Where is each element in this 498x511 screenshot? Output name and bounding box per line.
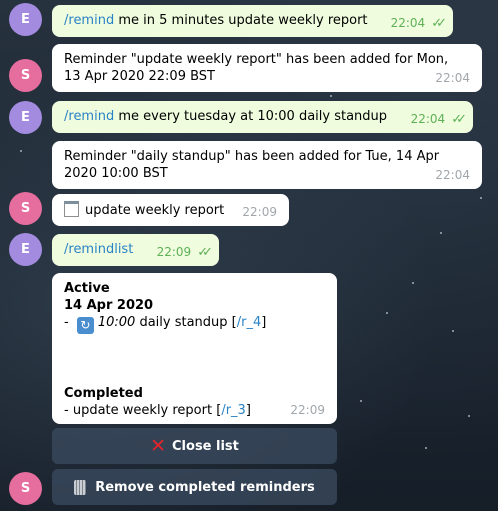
message-time: 22:04 — [435, 168, 470, 182]
message-outgoing[interactable]: /remind me every tuesday at 10:00 daily … — [52, 101, 473, 133]
message-text: me in 5 minutes update weekly report — [118, 13, 368, 28]
double-check-icon: ✓✓ — [431, 16, 447, 31]
reminder-title: update weekly report — [72, 403, 213, 418]
message-time: 22:04 ✓✓ — [390, 16, 447, 31]
message-time: 22:09 — [242, 205, 277, 219]
reminder-list-message[interactable]: Active 14 Apr 2020 - ↻ 10:00 daily standu… — [52, 273, 337, 424]
double-check-icon: ✓✓ — [197, 245, 213, 260]
command-link[interactable]: /remindlist — [64, 242, 133, 257]
memo-icon — [64, 201, 79, 217]
message-text: 13 Apr 2020 22:09 BST — [64, 69, 215, 84]
message-incoming[interactable]: update weekly report 22:09 — [52, 194, 289, 226]
message-incoming[interactable]: Reminder "daily standup" has been added … — [52, 141, 482, 189]
command-link[interactable]: /remind — [64, 13, 114, 28]
message-time: 22:04 ✓✓ — [410, 112, 467, 127]
message-text: update weekly report — [85, 203, 225, 218]
message-text: Reminder "daily standup" has been added … — [64, 149, 440, 164]
message-time: 22:09 ✓✓ — [156, 245, 213, 260]
remove-completed-button[interactable]: Remove completed reminders — [52, 469, 337, 505]
reminder-title: daily standup — [139, 315, 228, 330]
reminder-link[interactable]: /r_4 — [237, 315, 262, 330]
close-list-button[interactable]: ✕ Close list — [52, 428, 337, 464]
repeat-icon: ↻ — [76, 317, 94, 334]
message-time: 22:04 — [435, 71, 470, 85]
avatar-bot[interactable]: S — [9, 59, 42, 92]
double-check-icon: ✓✓ — [451, 112, 467, 127]
message-text: 2020 10:00 BST — [64, 166, 168, 181]
message-incoming[interactable]: Reminder "update weekly report" has been… — [52, 44, 482, 92]
avatar-user[interactable]: E — [9, 101, 42, 134]
avatar-user[interactable]: E — [9, 233, 42, 266]
message-outgoing[interactable]: /remindlist 22:09 ✓✓ — [52, 234, 219, 266]
message-time: 22:09 — [290, 403, 325, 417]
avatar-user[interactable]: E — [9, 3, 42, 36]
completed-reminder-item: - update weekly report [/r_3] — [64, 403, 251, 418]
completed-heading: Completed — [64, 386, 143, 401]
wastebasket-icon — [74, 479, 87, 495]
command-link[interactable]: /remind — [64, 109, 114, 124]
message-text: me every tuesday at 10:00 daily standup — [118, 109, 388, 124]
avatar-bot[interactable]: S — [9, 472, 42, 505]
active-heading: Active — [64, 281, 110, 296]
reminder-link[interactable]: /r_3 — [221, 403, 246, 418]
message-text: Reminder "update weekly report" has been… — [64, 52, 449, 67]
avatar-bot[interactable]: S — [9, 192, 42, 225]
message-outgoing[interactable]: /remind me in 5 minutes update weekly re… — [52, 5, 453, 37]
active-reminder-item: - ↻ 10:00 daily standup [/r_4] — [64, 315, 267, 334]
date-heading: 14 Apr 2020 — [64, 298, 154, 313]
cross-mark-icon: ✕ — [150, 435, 167, 457]
reminder-time: 10:00 — [97, 315, 136, 330]
